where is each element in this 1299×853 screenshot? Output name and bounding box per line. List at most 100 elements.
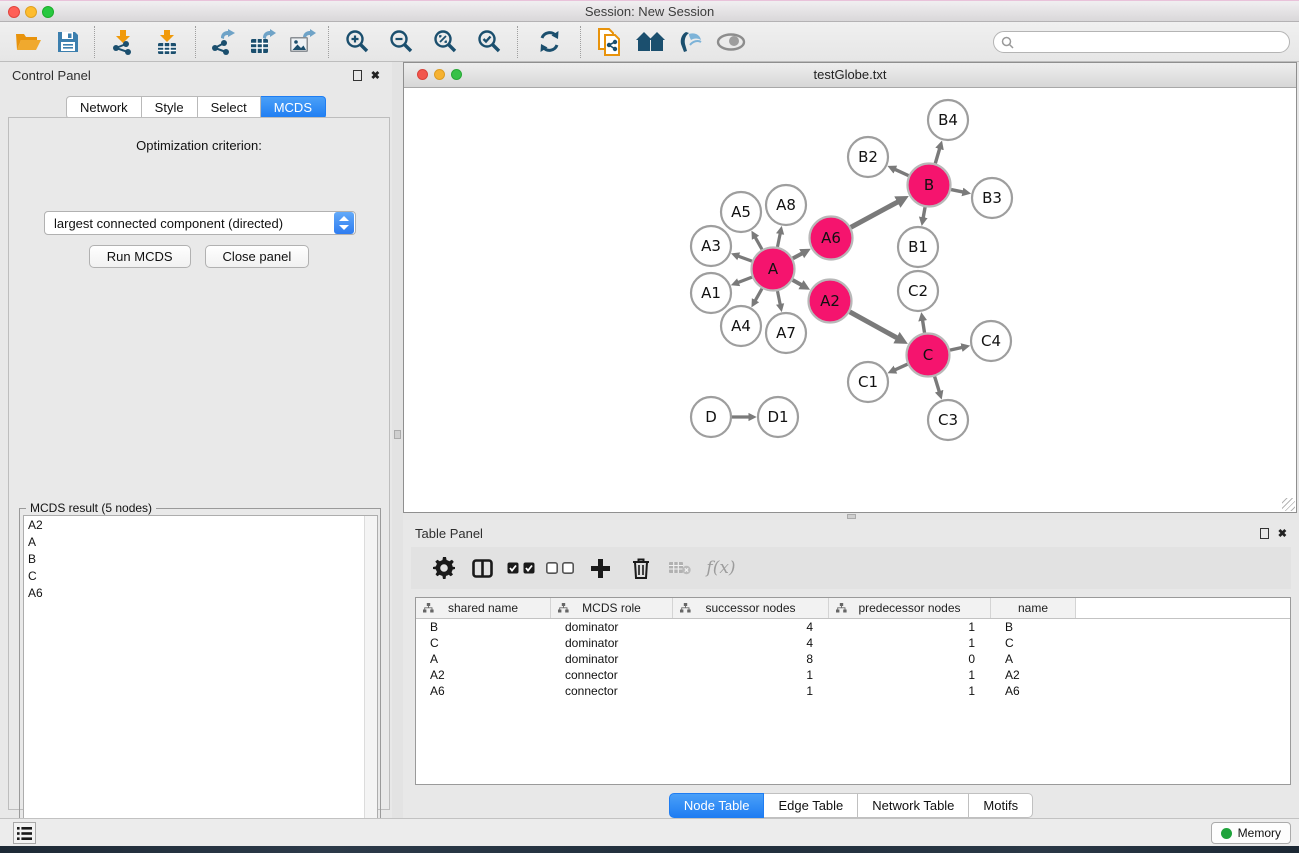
table-row[interactable]: Adominator80A [416, 651, 1290, 667]
node-D[interactable]: D [691, 397, 731, 437]
table-cell[interactable]: dominator [551, 620, 673, 634]
table-settings-gear-icon[interactable] [425, 553, 463, 583]
table-cell[interactable]: 1 [829, 620, 991, 634]
table-cell[interactable]: A2 [991, 668, 1076, 682]
edge-A-A6[interactable] [793, 254, 802, 259]
node-A6[interactable]: A6 [810, 217, 853, 260]
float-table-panel-icon[interactable] [1260, 528, 1269, 539]
table-cell[interactable]: 1 [673, 684, 829, 698]
maximize-network-button[interactable] [451, 69, 462, 80]
table-cell[interactable]: C [416, 636, 551, 650]
show-details-eye-icon[interactable] [711, 25, 751, 59]
table-cell[interactable]: B [991, 620, 1076, 634]
close-network-button[interactable] [417, 69, 428, 80]
node-A[interactable]: A [752, 248, 795, 291]
close-panel-button[interactable]: Close panel [205, 245, 310, 268]
edge-A-A1[interactable] [738, 277, 752, 282]
tab-node-table[interactable]: Node Table [669, 793, 765, 818]
column-header-name[interactable]: name [991, 598, 1076, 618]
table-cell[interactable]: A6 [416, 684, 551, 698]
search-field[interactable] [993, 31, 1290, 53]
table-cell[interactable]: 4 [673, 620, 829, 634]
node-C3[interactable]: C3 [928, 400, 968, 440]
node-table-body[interactable]: Bdominator41BCdominator41CAdominator80AA… [416, 619, 1290, 699]
mcds-result-item[interactable]: C [24, 567, 377, 584]
home-icon[interactable] [631, 25, 671, 59]
node-D1[interactable]: D1 [758, 397, 798, 437]
node-table-header[interactable]: shared nameMCDS rolesuccessor nodesprede… [416, 598, 1290, 619]
table-row[interactable]: Cdominator41C [416, 635, 1290, 651]
edge-B-B3[interactable] [951, 190, 963, 192]
network-canvas[interactable]: B4B2BB3A5A8A6A3B1AA1C2A2A4A7C4CC1DD1C3 [404, 88, 1296, 512]
column-header-predecessor-nodes[interactable]: predecessor nodes [829, 598, 991, 618]
delete-column-trash-icon[interactable] [621, 553, 661, 583]
table-cell[interactable]: 8 [673, 652, 829, 666]
table-cell[interactable]: 4 [673, 636, 829, 650]
edge-C-C3[interactable] [935, 377, 940, 392]
horizontal-splitter[interactable] [403, 513, 1299, 520]
node-B4[interactable]: B4 [928, 100, 968, 140]
tab-network-table[interactable]: Network Table [858, 793, 969, 818]
export-network-icon[interactable] [202, 25, 242, 59]
open-file-icon[interactable] [8, 25, 48, 59]
edge-C-C4[interactable] [950, 347, 962, 350]
criterion-dropdown[interactable]: largest connected component (directed) [44, 211, 356, 235]
table-cell[interactable]: dominator [551, 652, 673, 666]
node-C2[interactable]: C2 [898, 271, 938, 311]
node-A2[interactable]: A2 [809, 280, 852, 323]
table-cell[interactable]: C [991, 636, 1076, 650]
run-mcds-button[interactable]: Run MCDS [89, 245, 191, 268]
deselect-all-checkboxes-icon[interactable] [541, 553, 579, 583]
add-column-icon[interactable] [579, 553, 621, 583]
node-A5[interactable]: A5 [721, 192, 761, 232]
tab-select[interactable]: Select [198, 96, 261, 119]
node-C1[interactable]: C1 [848, 362, 888, 402]
minimize-window-button[interactable] [25, 6, 37, 18]
tab-edge-table[interactable]: Edge Table [764, 793, 858, 818]
table-cell[interactable]: B [416, 620, 551, 634]
table-cell[interactable]: 1 [829, 668, 991, 682]
column-header-MCDS-role[interactable]: MCDS role [551, 598, 673, 618]
export-table-icon[interactable] [242, 25, 282, 59]
function-builder-button[interactable]: f(x) [699, 553, 743, 583]
resize-grip-icon[interactable] [1282, 498, 1295, 511]
node-B3[interactable]: B3 [972, 178, 1012, 218]
select-all-checkboxes-icon[interactable] [501, 553, 541, 583]
memory-button[interactable]: Memory [1211, 822, 1291, 844]
node-A8[interactable]: A8 [766, 185, 806, 225]
edge-A-A8[interactable] [777, 234, 780, 247]
node-B2[interactable]: B2 [848, 137, 888, 177]
table-cell[interactable]: 1 [829, 636, 991, 650]
node-A3[interactable]: A3 [691, 226, 731, 266]
table-cell[interactable]: 1 [829, 684, 991, 698]
node-B1[interactable]: B1 [898, 227, 938, 267]
edge-A-A3[interactable] [738, 256, 751, 261]
node-A1[interactable]: A1 [691, 273, 731, 313]
tab-style[interactable]: Style [142, 96, 198, 119]
node-C[interactable]: C [907, 334, 950, 377]
edge-A6-B[interactable] [851, 202, 898, 227]
edge-B-B2[interactable] [895, 169, 908, 175]
export-image-icon[interactable] [282, 25, 322, 59]
edge-A-A5[interactable] [755, 238, 762, 250]
node-table[interactable]: shared nameMCDS rolesuccessor nodesprede… [415, 597, 1291, 785]
table-cell[interactable]: 0 [829, 652, 991, 666]
visual-style-icon[interactable] [671, 25, 711, 59]
table-cell[interactable]: 1 [673, 668, 829, 682]
edge-B-B4[interactable] [935, 149, 939, 164]
zoom-in-icon[interactable] [335, 25, 379, 59]
new-network-from-selection-icon[interactable] [587, 25, 631, 59]
close-window-button[interactable] [8, 6, 20, 18]
close-panel-icon[interactable]: ✖ [371, 69, 380, 82]
tab-network[interactable]: Network [66, 96, 142, 119]
refresh-icon[interactable] [524, 25, 574, 59]
mcds-result-list[interactable]: A2ABCA6 [23, 515, 378, 849]
tab-mcds[interactable]: MCDS [261, 96, 326, 119]
node-A7[interactable]: A7 [766, 313, 806, 353]
mcds-result-item[interactable]: A6 [24, 584, 377, 601]
edge-A-A2[interactable] [793, 280, 802, 285]
edge-A-A4[interactable] [755, 289, 762, 301]
mcds-result-item[interactable]: A [24, 533, 377, 550]
import-network-icon[interactable] [101, 25, 145, 59]
import-table-icon[interactable] [145, 25, 189, 59]
